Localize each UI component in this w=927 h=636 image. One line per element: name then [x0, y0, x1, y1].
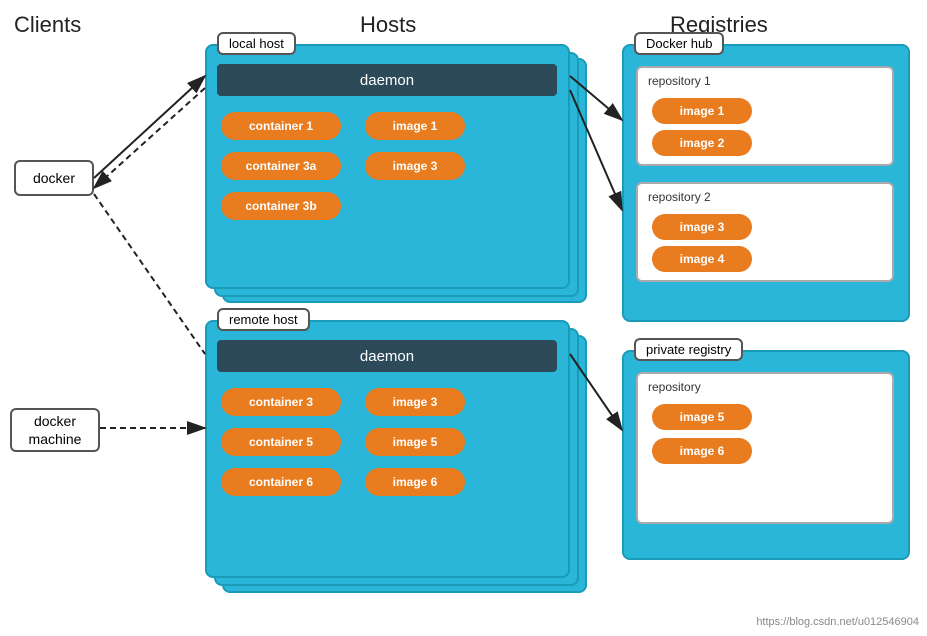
local-image-1: image 1: [365, 112, 465, 140]
repo1-image2: image 2: [652, 130, 752, 156]
docker-client-box: docker: [14, 160, 94, 196]
remote-host-inner: remote host daemon container 3 image 3 c…: [205, 320, 570, 578]
private-repo-box: repository image 5 image 6: [636, 372, 894, 524]
local-host-label: local host: [217, 32, 296, 55]
private-image6: image 6: [652, 438, 752, 464]
remote-image-3: image 3: [365, 388, 465, 416]
repo-1-box: repository 1 image 1 image 2: [636, 66, 894, 166]
local-host-inner: local host daemon container 1 image 1 co…: [205, 44, 570, 289]
private-repo-label: repository: [648, 380, 701, 394]
private-registry-label: private registry: [634, 338, 743, 361]
repo1-image1: image 1: [652, 98, 752, 124]
remote-container-5: container 5: [221, 428, 341, 456]
remote-image-6: image 6: [365, 468, 465, 496]
clients-title: Clients: [14, 12, 81, 38]
remote-host-label: remote host: [217, 308, 310, 331]
diagram-container: Clients Hosts Registries docker dockerma…: [0, 0, 927, 636]
local-image-3: image 3: [365, 152, 465, 180]
watermark: https://blog.csdn.net/u012546904: [756, 616, 919, 628]
docker-label: docker: [33, 170, 75, 186]
remote-host-daemon: daemon: [217, 340, 557, 372]
local-container-1: container 1: [221, 112, 341, 140]
remote-container-6: container 6: [221, 468, 341, 496]
repo-2-label: repository 2: [648, 190, 711, 204]
remote-container-3: container 3: [221, 388, 341, 416]
private-image5: image 5: [652, 404, 752, 430]
docker-hub-registry: Docker hub repository 1 image 1 image 2 …: [622, 44, 910, 322]
docker-machine-label: dockermachine: [29, 412, 82, 448]
arrow-docker-to-remote-dashed: [94, 194, 205, 354]
repo-2-box: repository 2 image 3 image 4: [636, 182, 894, 282]
docker-machine-client-box: dockermachine: [10, 408, 100, 452]
arrow-docker-to-local: [94, 76, 205, 178]
remote-image-5: image 5: [365, 428, 465, 456]
repo2-image4: image 4: [652, 246, 752, 272]
local-host-daemon: daemon: [217, 64, 557, 96]
repo-1-label: repository 1: [648, 74, 711, 88]
repo2-image3: image 3: [652, 214, 752, 240]
hosts-title: Hosts: [360, 12, 416, 38]
local-container-3a: container 3a: [221, 152, 341, 180]
docker-hub-label: Docker hub: [634, 32, 724, 55]
private-registry: private registry repository image 5 imag…: [622, 350, 910, 560]
local-container-3b: container 3b: [221, 192, 341, 220]
arrow-local-to-docker-dashed: [94, 88, 205, 188]
